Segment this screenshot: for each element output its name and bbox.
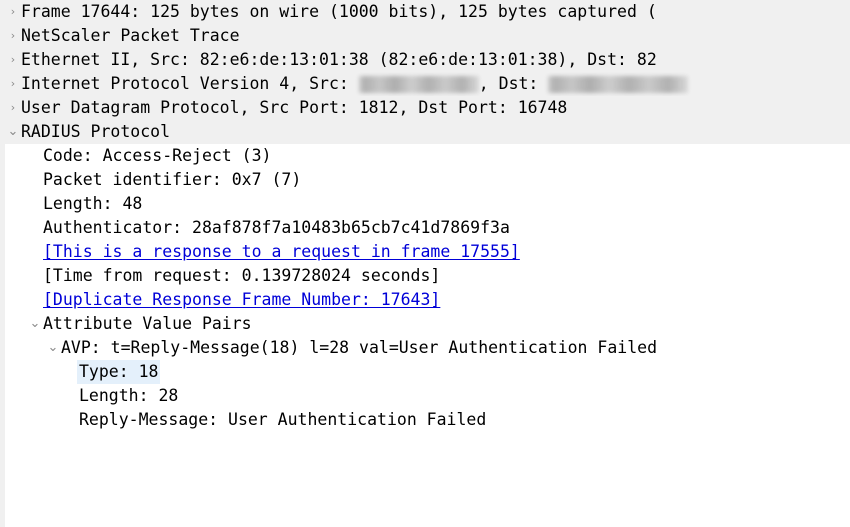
- tree-row-label-radius-packet-identifier: Packet identifier: 0x7 (7): [43, 170, 302, 189]
- tree-row-user-datagram-protocol[interactable]: › User Datagram Protocol, Src Port: 1812,…: [5, 96, 850, 120]
- chevron-down-icon[interactable]: ⌄: [5, 120, 21, 144]
- redacted-source-ip: [358, 76, 479, 93]
- tree-row-radius-packet-identifier[interactable]: Packet identifier: 0x7 (7): [5, 168, 850, 192]
- tree-row-radius-authenticator[interactable]: Authenticator: 28af878f7a10483b65cb7c41d…: [5, 216, 850, 240]
- tree-row-label-radius-length: Length: 48: [43, 194, 143, 213]
- tree-row-label-avp-reply-message-value: Reply-Message: User Authentication Faile…: [79, 410, 487, 429]
- tree-row-label-radius-code: Code: Access-Reject (3): [43, 146, 272, 165]
- tree-row-response-to-request-frame[interactable]: [This is a response to a request in fram…: [5, 240, 850, 264]
- tree-row-label-radius-protocol: RADIUS Protocol: [21, 122, 171, 141]
- chevron-down-icon[interactable]: ⌄: [45, 336, 61, 360]
- tree-row-avp-length[interactable]: Length: 28: [5, 384, 850, 408]
- tree-row-radius-code[interactable]: Code: Access-Reject (3): [5, 144, 850, 168]
- tree-row-label-avp-type: Type: 18: [77, 360, 161, 384]
- tree-row-label-avp-reply-message: AVP: t=Reply-Message(18) l=28 val=User A…: [61, 338, 658, 357]
- ip-line-separator: , Dst:: [478, 74, 549, 93]
- tree-row-avp-reply-message-value[interactable]: Reply-Message: User Authentication Faile…: [5, 408, 850, 432]
- tree-row-avp-type[interactable]: Type: 18: [5, 360, 850, 384]
- chevron-right-icon[interactable]: ›: [5, 24, 21, 48]
- tree-row-radius-protocol[interactable]: ⌄ RADIUS Protocol: [5, 120, 850, 144]
- tree-row-attribute-value-pairs[interactable]: ⌄ Attribute Value Pairs: [5, 312, 850, 336]
- tree-row-frame[interactable]: › Frame 17644: 125 bytes on wire (1000 bi…: [5, 0, 850, 24]
- chevron-down-icon[interactable]: ⌄: [27, 312, 43, 336]
- chevron-right-icon[interactable]: ›: [5, 48, 21, 72]
- redacted-destination-ip: [548, 76, 689, 93]
- tree-row-radius-length[interactable]: Length: 48: [5, 192, 850, 216]
- tree-row-label-duplicate-response-frame-number: [Duplicate Response Frame Number: 17643]: [43, 290, 441, 309]
- tree-row-label-frame: Frame 17644: 125 bytes on wire (1000 bit…: [21, 2, 657, 21]
- ip-line-prefix: Internet Protocol Version 4, Src:: [21, 74, 359, 93]
- tree-row-label-netscaler-packet-trace: NetScaler Packet Trace: [21, 26, 240, 45]
- tree-row-internet-protocol-version-4[interactable]: › Internet Protocol Version 4, Src: , Dst…: [5, 72, 850, 96]
- tree-row-ethernet-ii[interactable]: › Ethernet II, Src: 82:e6:de:13:01:38 (82…: [5, 48, 850, 72]
- tree-row-netscaler-packet-trace[interactable]: › NetScaler Packet Trace: [5, 24, 850, 48]
- tree-row-duplicate-response-frame-number[interactable]: [Duplicate Response Frame Number: 17643]: [5, 288, 850, 312]
- tree-row-label-ethernet-ii: Ethernet II, Src: 82:e6:de:13:01:38 (82:…: [21, 50, 657, 69]
- tree-row-label-response-to-request-frame: [This is a response to a request in fram…: [43, 242, 520, 261]
- chevron-right-icon[interactable]: ›: [5, 96, 21, 120]
- chevron-right-icon[interactable]: ›: [5, 72, 21, 96]
- tree-row-avp-reply-message[interactable]: ⌄ AVP: t=Reply-Message(18) l=28 val=User …: [5, 336, 850, 360]
- tree-row-label-attribute-value-pairs: Attribute Value Pairs: [43, 314, 252, 333]
- tree-row-label-time-from-request: [Time from request: 0.139728024 seconds]: [43, 266, 441, 285]
- tree-row-label-internet-protocol-version-4: Internet Protocol Version 4, Src: , Dst:: [21, 72, 689, 96]
- tree-row-time-from-request[interactable]: [Time from request: 0.139728024 seconds]: [5, 264, 850, 288]
- tree-row-label-avp-length: Length: 28: [79, 386, 179, 405]
- packet-details-pane[interactable]: › Frame 17644: 125 bytes on wire (1000 bi…: [0, 0, 850, 527]
- tree-row-label-radius-authenticator: Authenticator: 28af878f7a10483b65cb7c41d…: [43, 218, 510, 237]
- selection-highlight: Type: 18: [77, 360, 161, 384]
- chevron-right-icon[interactable]: ›: [5, 0, 21, 24]
- tree-row-label-user-datagram-protocol: User Datagram Protocol, Src Port: 1812, …: [21, 98, 568, 117]
